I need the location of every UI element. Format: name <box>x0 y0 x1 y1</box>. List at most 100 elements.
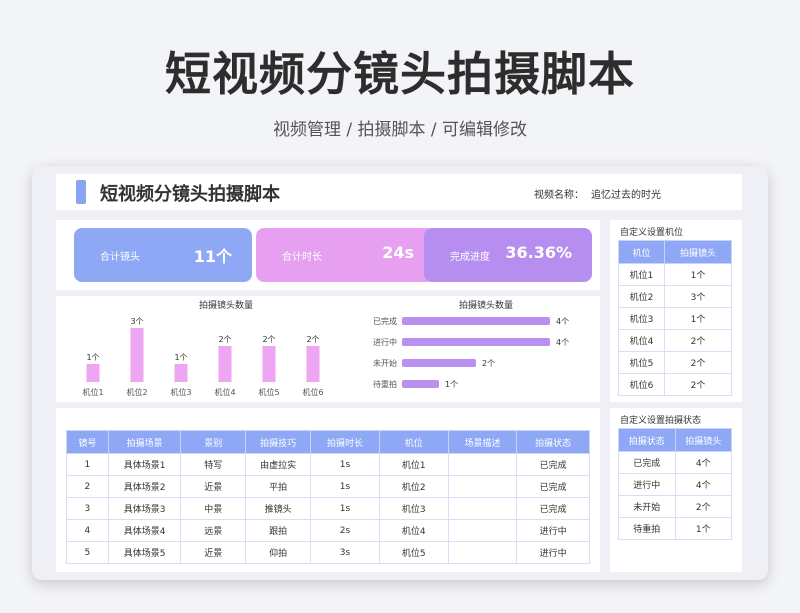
table-cell[interactable]: 4个 <box>674 451 732 474</box>
data-label: 4个 <box>556 338 569 347</box>
table-cell[interactable] <box>447 519 518 542</box>
table-cell[interactable]: 具体场景1 <box>107 453 182 476</box>
bar <box>402 338 550 346</box>
table-cell[interactable]: 进行中 <box>516 541 590 564</box>
column-header: 拍摄状态 <box>516 430 590 454</box>
table-cell[interactable]: 机位5 <box>378 541 449 564</box>
column-header: 镜号 <box>66 430 109 454</box>
table-row: 4 具体场景4 远景 跟拍 2s 机位4 进行中 <box>66 519 590 542</box>
bar <box>174 364 188 382</box>
page-subtitle: 视频管理 / 拍摄脚本 / 可编辑修改 <box>272 120 528 140</box>
table-cell[interactable]: 2s <box>310 519 380 542</box>
data-label: 1个 <box>86 353 99 362</box>
video-name-value[interactable]: 追忆过去的时光 <box>591 186 661 201</box>
tick-label: 机位1 <box>82 387 103 397</box>
column-header: 机位 <box>618 240 665 264</box>
table-row: 5 具体场景5 近景 仰拍 3s 机位5 进行中 <box>66 541 590 564</box>
table-cell[interactable]: 已完成 <box>618 451 676 474</box>
table-cell[interactable]: 4 <box>66 519 109 542</box>
table-cell[interactable]: 1个 <box>663 307 733 330</box>
table-cell[interactable]: 机位5 <box>618 351 665 374</box>
data-label: 4个 <box>556 317 569 326</box>
table-cell[interactable]: 2 <box>66 475 109 498</box>
table-cell[interactable]: 机位3 <box>378 497 449 520</box>
table-cell[interactable]: 具体场景2 <box>107 475 182 498</box>
table-cell[interactable]: 3 <box>66 497 109 520</box>
table-cell[interactable]: 机位2 <box>378 475 449 498</box>
table-cell[interactable]: 2个 <box>663 373 733 396</box>
column-header: 拍摄技巧 <box>245 430 312 454</box>
table-cell[interactable]: 具体场景5 <box>107 541 182 564</box>
table-cell[interactable]: 1s <box>310 453 380 476</box>
table-cell[interactable]: 跟拍 <box>245 519 312 542</box>
stat-label: 合计镜头 <box>100 252 140 263</box>
table-cell[interactable] <box>447 497 518 520</box>
table-cell[interactable]: 特写 <box>180 453 247 476</box>
table-cell[interactable]: 2个 <box>663 329 733 352</box>
table-row: 3 具体场景3 中景 推镜头 1s 机位3 已完成 <box>66 497 590 520</box>
table-row: 机位1 1个 <box>618 263 733 286</box>
shot-table: 镜号 拍摄场景 景别 拍摄技巧 拍摄时长 机位 场景描述 拍摄状态 1 具体场景1 特写 由虚拉实 1… <box>66 430 590 564</box>
camera-settings-panel: 自定义设置机位 机位 拍摄镜头 机位1 1个 机位2 3个 机位3 1个 机位4 2个 机位5 2个… <box>610 220 742 402</box>
tick-label: 未开始 <box>373 358 397 368</box>
table-cell[interactable]: 具体场景4 <box>107 519 182 542</box>
table-cell[interactable]: 已完成 <box>516 475 590 498</box>
tick-label: 机位3 <box>170 387 191 397</box>
charts-panel: 拍摄镜头数量 1个 机位1 3个 机位2 1个 机位3 2个 机位4 2个 机位5 2个 机位6 拍摄镜… <box>56 296 600 402</box>
tick-label: 已完成 <box>373 316 397 326</box>
table-cell[interactable]: 进行中 <box>618 473 676 496</box>
table-cell[interactable]: 机位6 <box>618 373 665 396</box>
table-cell[interactable]: 由虚拉实 <box>245 453 312 476</box>
table-cell[interactable]: 中景 <box>180 497 247 520</box>
table-cell[interactable]: 机位4 <box>378 519 449 542</box>
table-cell[interactable]: 机位4 <box>618 329 665 352</box>
shot-table-panel: 镜号 拍摄场景 景别 拍摄技巧 拍摄时长 机位 场景描述 拍摄状态 1 具体场景1 特写 由虚拉实 1… <box>56 408 600 572</box>
camera-settings-title: 自定义设置机位 <box>620 228 684 238</box>
status-settings-panel: 自定义设置拍摄状态 拍摄状态 拍摄镜头 已完成 4个 进行中 4个 未开始 2个 待重拍 1个 <box>610 408 742 572</box>
table-cell[interactable]: 1个 <box>674 517 732 540</box>
table-cell[interactable]: 平拍 <box>245 475 312 498</box>
table-cell[interactable]: 3s <box>310 541 380 564</box>
table-cell[interactable]: 4个 <box>674 473 732 496</box>
table-cell[interactable]: 推镜头 <box>245 497 312 520</box>
camera-settings-table: 机位 拍摄镜头 机位1 1个 机位2 3个 机位3 1个 机位4 2个 机位5 2个 机位6 2个 <box>618 240 733 396</box>
table-cell[interactable]: 机位2 <box>618 285 665 308</box>
stat-progress: 完成进度 36.36% <box>424 228 592 282</box>
table-cell[interactable]: 待重拍 <box>618 517 676 540</box>
table-cell[interactable] <box>447 541 518 564</box>
table-cell[interactable]: 2个 <box>674 495 732 518</box>
table-cell[interactable]: 机位1 <box>618 263 665 286</box>
table-cell[interactable]: 进行中 <box>516 519 590 542</box>
table-row: 已完成 4个 <box>618 451 732 474</box>
table-cell[interactable]: 1 <box>66 453 109 476</box>
table-cell[interactable]: 1s <box>310 497 380 520</box>
table-cell[interactable]: 机位3 <box>618 307 665 330</box>
table-row: 机位2 3个 <box>618 285 733 308</box>
table-row: 未开始 2个 <box>618 495 732 518</box>
header-bar: 短视频分镜头拍摄脚本 视频名称： 追忆过去的时光 <box>56 174 742 210</box>
table-cell[interactable]: 具体场景3 <box>107 497 182 520</box>
table-cell[interactable]: 5 <box>66 541 109 564</box>
table-cell[interactable]: 近景 <box>180 541 247 564</box>
table-cell[interactable]: 已完成 <box>516 497 590 520</box>
table-cell[interactable] <box>447 453 518 476</box>
header-title: 短视频分镜头拍摄脚本 <box>100 184 280 205</box>
table-cell[interactable] <box>447 475 518 498</box>
table-cell[interactable]: 远景 <box>180 519 247 542</box>
bar <box>262 346 276 382</box>
table-cell[interactable]: 已完成 <box>516 453 590 476</box>
table-cell[interactable]: 未开始 <box>618 495 676 518</box>
status-bar-chart: 拍摄镜头数量已完成 4个进行中 4个未开始 2个待重拍 1个 <box>373 299 569 389</box>
table-cell[interactable]: 3个 <box>663 285 733 308</box>
table-cell[interactable]: 1s <box>310 475 380 498</box>
table-cell[interactable]: 1个 <box>663 263 733 286</box>
stats-panel: 合计镜头 11个 合计时长 24s 完成进度 36.36% <box>56 220 600 290</box>
table-cell[interactable]: 2个 <box>663 351 733 374</box>
table-cell[interactable]: 仰拍 <box>245 541 312 564</box>
table-cell[interactable]: 近景 <box>180 475 247 498</box>
column-header: 拍摄状态 <box>618 428 676 452</box>
table-row: 1 具体场景1 特写 由虚拉实 1s 机位1 已完成 <box>66 453 590 476</box>
status-settings-table: 拍摄状态 拍摄镜头 已完成 4个 进行中 4个 未开始 2个 待重拍 1个 <box>618 428 732 540</box>
table-header-row: 拍摄状态 拍摄镜头 <box>618 428 732 452</box>
table-cell[interactable]: 机位1 <box>378 453 449 476</box>
